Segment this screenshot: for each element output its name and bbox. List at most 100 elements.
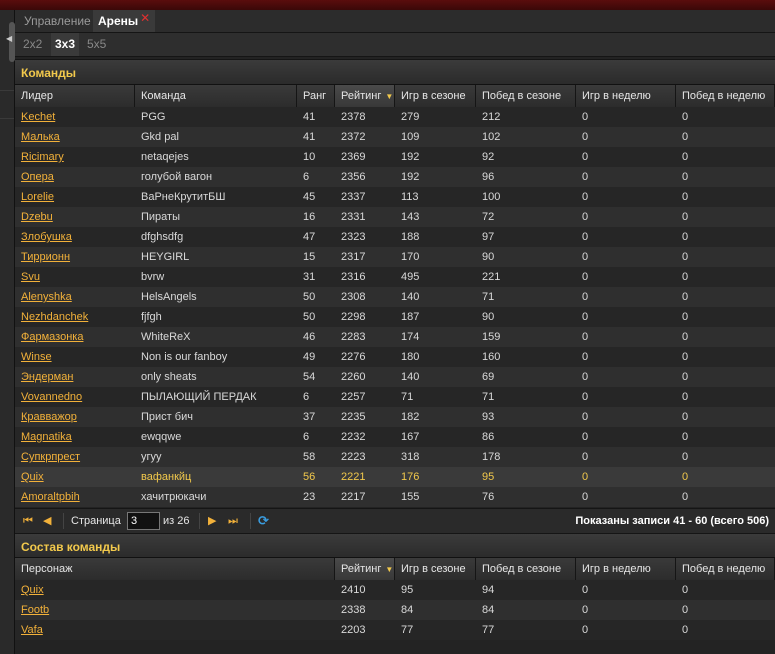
- cell-leader[interactable]: Фармазонка: [15, 327, 135, 347]
- cell-leader[interactable]: Lorelie: [15, 187, 135, 207]
- character-link[interactable]: Lorelie: [21, 191, 54, 203]
- column-header-season-wins[interactable]: Побед в сезоне: [476, 85, 576, 107]
- table-row[interactable]: Kechet PGG 41 2378 279 212 0 0: [15, 107, 775, 127]
- table-row[interactable]: Lorelie ВаРнеКрутитБШ 45 2337 113 100 0 0: [15, 187, 775, 207]
- character-link[interactable]: Опера: [21, 171, 54, 183]
- cell-leader[interactable]: Vovannedno: [15, 387, 135, 407]
- table-row[interactable]: Малька Gkd pal 41 2372 109 102 0 0: [15, 127, 775, 147]
- close-icon[interactable]: ✕: [140, 11, 150, 25]
- table-row[interactable]: Alenyshka HelsAngels 50 2308 140 71 0 0: [15, 287, 775, 307]
- character-link[interactable]: Quix: [21, 471, 44, 483]
- cell-leader[interactable]: Опера: [15, 167, 135, 187]
- cell-leader[interactable]: Ricimary: [15, 147, 135, 167]
- table-row[interactable]: Amoraltpbih хачитрюкачи 23 2217 155 76 0 0: [15, 487, 775, 507]
- character-link[interactable]: Quix: [21, 584, 44, 596]
- table-row[interactable]: Vovannedno ПЫЛАЮЩИЙ ПЕРДАК 6 2257 71 71 0 0: [15, 387, 775, 407]
- character-link[interactable]: Winse: [21, 351, 52, 363]
- column-header-leader[interactable]: Лидер: [15, 85, 135, 107]
- table-row[interactable]: Vafa 2203 77 77 0 0: [15, 620, 775, 640]
- cell-leader[interactable]: Кравважор: [15, 407, 135, 427]
- tab-2x2[interactable]: 2x2: [19, 33, 46, 56]
- next-page-icon[interactable]: ▶: [208, 512, 216, 530]
- refresh-icon[interactable]: ⟳: [258, 512, 269, 530]
- column-header-rating[interactable]: Рейтинг ▼: [335, 85, 395, 107]
- character-link[interactable]: Dzebu: [21, 211, 53, 223]
- column-header-rank[interactable]: Ранг: [297, 85, 335, 107]
- column-header-week-games[interactable]: Игр в неделю: [576, 85, 676, 107]
- tab-management[interactable]: Управление: [19, 10, 96, 32]
- table-row[interactable]: Эндерман only sheats 54 2260 140 69 0 0: [15, 367, 775, 387]
- column-header-season-wins[interactable]: Побед в сезоне: [476, 558, 576, 580]
- character-link[interactable]: Vovannedno: [21, 391, 82, 403]
- table-row[interactable]: Кравважор Прист бич 37 2235 182 93 0 0: [15, 407, 775, 427]
- cell-leader[interactable]: Эндерман: [15, 367, 135, 387]
- character-link[interactable]: Svu: [21, 271, 40, 283]
- table-row[interactable]: Magnatika ewqqwe 6 2232 167 86 0 0: [15, 427, 775, 447]
- table-row[interactable]: Тиррионн HEYGIRL 15 2317 170 90 0 0: [15, 247, 775, 267]
- character-link[interactable]: Кравважор: [21, 411, 77, 423]
- column-header-rating[interactable]: Рейтинг ▼: [335, 558, 395, 580]
- table-row[interactable]: Dzebu Пираты 16 2331 143 72 0 0: [15, 207, 775, 227]
- table-row[interactable]: Quix вафанкйц 56 2221 176 95 0 0: [15, 467, 775, 487]
- cell-season-games: 174: [395, 327, 476, 347]
- collapse-arrow-icon[interactable]: ◀: [6, 34, 12, 43]
- table-row[interactable]: Winse Non is our fanboy 49 2276 180 160 0 0: [15, 347, 775, 367]
- table-row[interactable]: Ricimary netaqejes 10 2369 192 92 0 0: [15, 147, 775, 167]
- cell-leader[interactable]: Dzebu: [15, 207, 135, 227]
- table-row[interactable]: Опера голубой вагон 6 2356 192 96 0 0: [15, 167, 775, 187]
- prev-page-icon[interactable]: ◀: [43, 512, 51, 530]
- cell-leader[interactable]: Малька: [15, 127, 135, 147]
- cell-leader[interactable]: Amoraltpbih: [15, 487, 135, 507]
- column-header-character[interactable]: Персонаж: [15, 558, 335, 580]
- cell-leader[interactable]: Nezhdanchek: [15, 307, 135, 327]
- cell-leader[interactable]: Злобушка: [15, 227, 135, 247]
- cell-leader[interactable]: Alenyshka: [15, 287, 135, 307]
- column-header-week-wins[interactable]: Побед в неделю: [676, 558, 775, 580]
- character-link[interactable]: Vafa: [21, 624, 43, 636]
- character-link[interactable]: Злобушка: [21, 231, 72, 243]
- character-link[interactable]: Малька: [21, 131, 60, 143]
- cell-leader[interactable]: Svu: [15, 267, 135, 287]
- character-link[interactable]: Amoraltpbih: [21, 491, 80, 503]
- table-row[interactable]: Супкрпрест угуу 58 2223 318 178 0 0: [15, 447, 775, 467]
- cell-week-games: 0: [576, 367, 676, 387]
- character-link[interactable]: Magnatika: [21, 431, 72, 443]
- character-link[interactable]: Nezhdanchek: [21, 311, 88, 323]
- character-link[interactable]: Эндерман: [21, 371, 73, 383]
- last-page-icon[interactable]: ⏭: [228, 512, 238, 530]
- cell-character[interactable]: Footb: [15, 600, 335, 620]
- cell-leader[interactable]: Winse: [15, 347, 135, 367]
- table-row[interactable]: Svu bvrw 31 2316 495 221 0 0: [15, 267, 775, 287]
- character-link[interactable]: Супкрпрест: [21, 451, 80, 463]
- cell-leader[interactable]: Тиррионн: [15, 247, 135, 267]
- cell-week-games: 0: [576, 387, 676, 407]
- column-header-week-games[interactable]: Игр в неделю: [576, 558, 676, 580]
- table-row[interactable]: Footb 2338 84 84 0 0: [15, 600, 775, 620]
- character-link[interactable]: Kechet: [21, 111, 55, 123]
- cell-leader[interactable]: Kechet: [15, 107, 135, 127]
- character-link[interactable]: Alenyshka: [21, 291, 72, 303]
- cell-leader[interactable]: Супкрпрест: [15, 447, 135, 467]
- character-link[interactable]: Тиррионн: [21, 251, 70, 263]
- table-row[interactable]: Фармазонка WhiteReX 46 2283 174 159 0 0: [15, 327, 775, 347]
- table-row[interactable]: Nezhdanchek fjfgh 50 2298 187 90 0 0: [15, 307, 775, 327]
- character-link[interactable]: Footb: [21, 604, 49, 616]
- cell-character[interactable]: Quix: [15, 580, 335, 600]
- cell-character[interactable]: Vafa: [15, 620, 335, 640]
- tab-5x5[interactable]: 5x5: [83, 33, 110, 56]
- tab-3x3[interactable]: 3x3: [51, 33, 80, 56]
- column-header-season-games[interactable]: Игр в сезоне: [395, 558, 476, 580]
- cell-leader[interactable]: Quix: [15, 467, 135, 487]
- table-row[interactable]: Quix 2410 95 94 0 0: [15, 580, 775, 600]
- column-header-week-wins[interactable]: Побед в неделю: [676, 85, 775, 107]
- tab-arenas[interactable]: Арены ✕: [93, 10, 156, 32]
- character-link[interactable]: Фармазонка: [21, 331, 83, 343]
- page-number-input[interactable]: [127, 512, 160, 530]
- character-link[interactable]: Ricimary: [21, 151, 64, 163]
- cell-week-wins: 0: [676, 107, 775, 127]
- table-row[interactable]: Злобушка dfghsdfg 47 2323 188 97 0 0: [15, 227, 775, 247]
- cell-leader[interactable]: Magnatika: [15, 427, 135, 447]
- column-header-season-games[interactable]: Игр в сезоне: [395, 85, 476, 107]
- column-header-team[interactable]: Команда: [135, 85, 297, 107]
- first-page-icon[interactable]: ⏮: [23, 512, 33, 530]
